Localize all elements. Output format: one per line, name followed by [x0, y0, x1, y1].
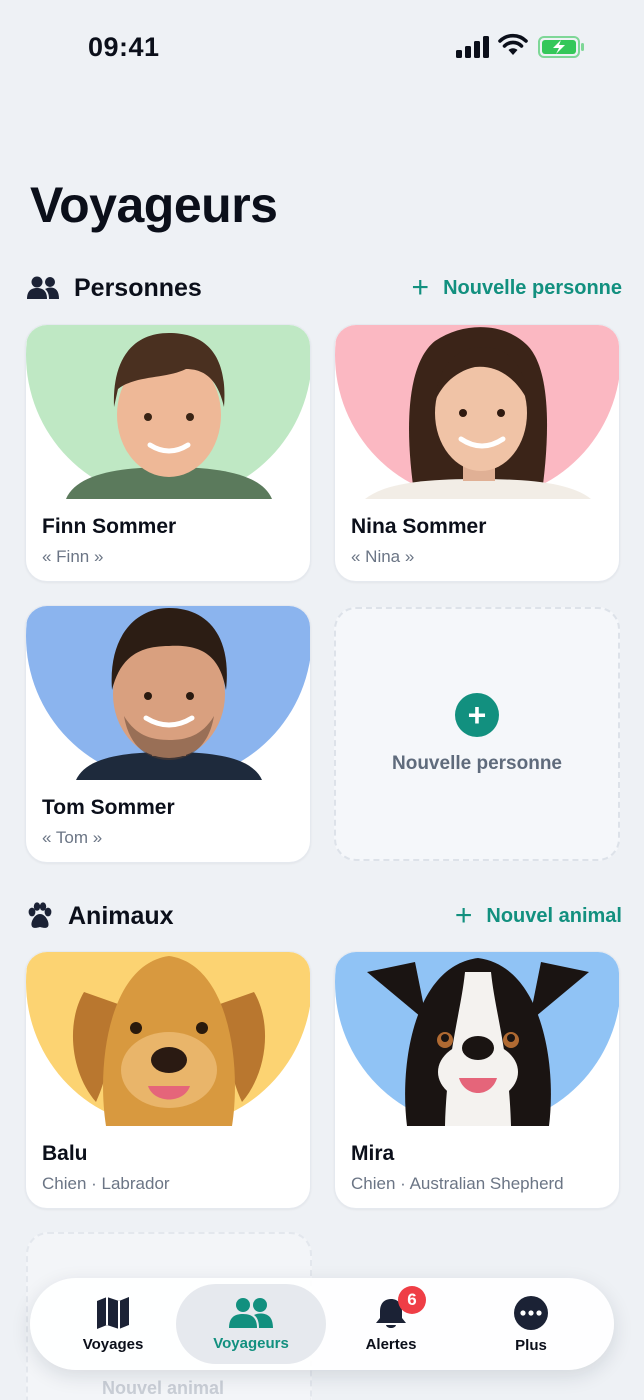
tab-bar: Voyages Voyageurs 6 Alertes Plus [30, 1278, 614, 1370]
person-photo [26, 325, 310, 499]
tab-label: Voyageurs [213, 1334, 289, 1352]
animal-name: Mira [351, 1142, 395, 1165]
animal-detail: Chien · Australian Shepherd [351, 1174, 564, 1193]
animal-card-balu[interactable]: Balu Chien · Labrador [25, 951, 311, 1209]
person-photo [335, 325, 619, 499]
new-person-link-label: Nouvelle personne [443, 276, 622, 299]
more-icon [514, 1295, 548, 1330]
tab-voyages[interactable]: Voyages [38, 1284, 188, 1364]
tab-voyageurs[interactable]: Voyageurs [176, 1284, 326, 1364]
person-card-tom[interactable]: Tom Sommer « Tom » [25, 605, 311, 863]
new-animal-link[interactable]: + Nouvel animal [455, 901, 622, 931]
animal-detail: Chien · Labrador [42, 1174, 170, 1193]
animals-section-title: Animaux [68, 901, 174, 930]
person-name: Tom Sommer [42, 796, 175, 819]
animals-section-header: Animaux + Nouvel animal [26, 896, 622, 936]
animal-photo [26, 952, 310, 1126]
people-icon [229, 1297, 273, 1328]
page-title: Voyageurs [30, 177, 278, 233]
add-person-label: Nouvelle personne [392, 753, 562, 774]
status-bar: 09:41 [0, 0, 644, 96]
tab-label: Plus [515, 1336, 547, 1354]
tab-plus[interactable]: Plus [456, 1284, 606, 1364]
map-icon [97, 1296, 129, 1329]
add-person-card[interactable]: + Nouvelle personne [334, 607, 620, 861]
people-section-header: Personnes + Nouvelle personne [26, 268, 622, 308]
person-nickname: « Nina » [351, 547, 415, 566]
new-animal-link-label: Nouvel animal [486, 904, 622, 927]
person-card-nina[interactable]: Nina Sommer « Nina » [334, 324, 620, 582]
paw-icon [26, 901, 54, 931]
alert-count-badge: 6 [398, 1286, 426, 1314]
people-icon [26, 273, 60, 303]
tab-label: Voyages [82, 1335, 144, 1353]
status-time: 09:41 [88, 32, 160, 62]
person-nickname: « Finn » [42, 547, 104, 566]
animal-name: Balu [42, 1142, 88, 1165]
animal-card-mira[interactable]: Mira Chien · Australian Shepherd [334, 951, 620, 1209]
plus-circle-icon: + [455, 693, 499, 737]
wifi-icon [498, 33, 528, 55]
people-section-title: Personnes [74, 273, 202, 302]
person-card-finn[interactable]: Finn Sommer « Finn » [25, 324, 311, 582]
tab-label: Alertes [365, 1335, 417, 1353]
person-name: Nina Sommer [351, 515, 487, 538]
plus-icon: + [411, 271, 430, 304]
plus-icon: + [454, 899, 473, 932]
person-nickname: « Tom » [42, 828, 103, 847]
battery-charging-icon [538, 36, 584, 58]
person-name: Finn Sommer [42, 515, 177, 538]
add-animal-label: Nouvel animal [102, 1378, 225, 1398]
animal-photo [335, 952, 619, 1126]
person-photo [26, 606, 310, 780]
tab-alertes[interactable]: 6 Alertes [316, 1284, 466, 1364]
signal-icon [456, 36, 489, 58]
new-person-link[interactable]: + Nouvelle personne [412, 273, 622, 303]
